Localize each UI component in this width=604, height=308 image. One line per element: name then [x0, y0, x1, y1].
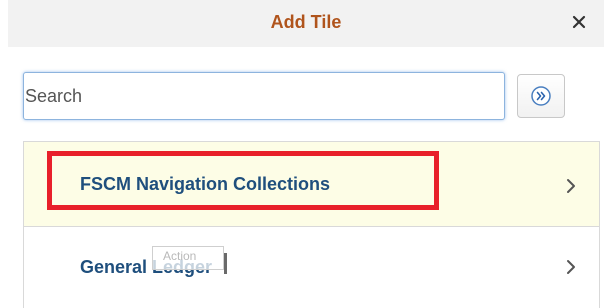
tile-category-list: FSCM Navigation Collections General Ledg… [23, 141, 600, 308]
search-input[interactable] [23, 72, 505, 120]
search-submit-button[interactable] [517, 74, 565, 118]
close-button[interactable] [568, 9, 590, 35]
double-chevron-right-icon [531, 86, 551, 106]
drag-tooltip: Action [152, 246, 224, 270]
dialog-header: Add Tile [8, 0, 604, 47]
add-tile-dialog: Add Tile FSCM Navigation Collections Gen… [0, 0, 604, 308]
dialog-title: Add Tile [270, 12, 342, 32]
close-icon [572, 15, 586, 29]
text-cursor [224, 253, 227, 274]
list-item[interactable]: FSCM Navigation Collections [24, 142, 599, 227]
chevron-right-icon [567, 260, 575, 274]
list-item[interactable]: General Ledger [24, 227, 599, 308]
list-item-label: FSCM Navigation Collections [80, 174, 331, 194]
chevron-right-icon [567, 179, 575, 193]
